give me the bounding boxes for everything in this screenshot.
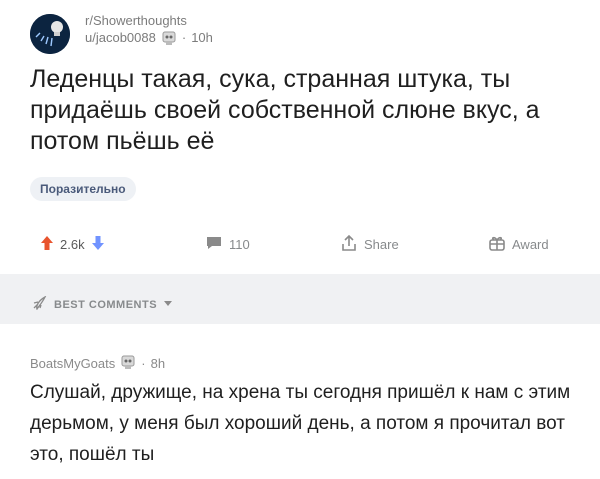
post-flair[interactable]: Поразительно: [30, 177, 136, 201]
comment-age: 8h: [150, 356, 166, 371]
downvote-icon[interactable]: [91, 235, 105, 254]
post-header: r/Showerthoughts u/jacob0088 · 10h: [22, 10, 582, 58]
meta-separator: ·: [141, 356, 146, 371]
upvote-icon[interactable]: [40, 235, 54, 254]
award-button[interactable]: Award: [488, 228, 549, 260]
award-label: Award: [512, 236, 549, 252]
subreddit-link[interactable]: r/Showerthoughts: [85, 12, 213, 29]
award-badge-icon: [120, 354, 136, 373]
vote-score: 2.6k: [60, 236, 85, 252]
share-icon: [340, 234, 358, 255]
rocket-icon: [32, 295, 48, 313]
post-age: 10h: [191, 30, 213, 45]
gift-icon: [488, 234, 506, 255]
comment-author[interactable]: BoatsMyGoats: [30, 356, 115, 371]
author-line: u/jacob0088 · 10h: [85, 29, 213, 46]
chevron-down-icon: [163, 299, 173, 311]
author-link[interactable]: u/jacob0088: [85, 29, 156, 46]
comment-meta: BoatsMyGoats · 8h: [30, 354, 165, 373]
award-badge-icon: [161, 30, 177, 46]
post-title[interactable]: Леденцы такая, сука, странная штука, ты …: [30, 64, 582, 157]
subreddit-avatar-icon[interactable]: [30, 14, 70, 54]
meta-separator: ·: [181, 30, 187, 45]
comment-sort-dropdown[interactable]: BEST COMMENTS: [32, 295, 173, 313]
post-action-bar: 2.6k 110 Share Award: [0, 228, 600, 260]
comments-count: 110: [229, 236, 250, 252]
sort-label: BEST COMMENTS: [54, 298, 158, 311]
comment-icon: [205, 235, 223, 254]
share-label: Share: [364, 236, 399, 252]
comment-body: Слушай, дружище, на хрена ты сегодня при…: [30, 382, 571, 465]
vote-group: 2.6k: [40, 228, 105, 260]
share-button[interactable]: Share: [340, 228, 399, 260]
post-meta: r/Showerthoughts u/jacob0088 · 10h: [85, 12, 213, 46]
comments-button[interactable]: 110: [205, 228, 250, 260]
